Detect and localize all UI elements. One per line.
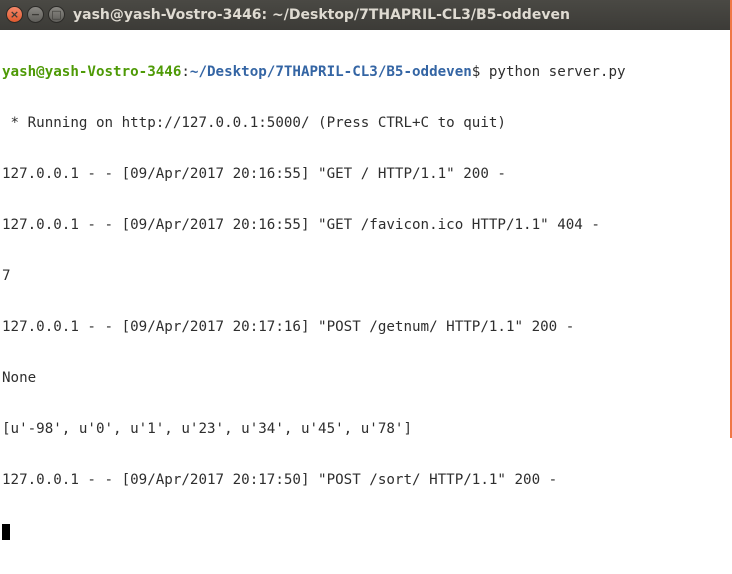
text-cursor xyxy=(2,524,10,540)
output-line: 127.0.0.1 - - [09/Apr/2017 20:16:55] "GE… xyxy=(2,217,600,233)
terminal-output[interactable]: yash@yash-Vostro-3446:~/Desktop/7THAPRIL… xyxy=(2,30,728,540)
output-line: 7 xyxy=(2,268,11,284)
output-line: 127.0.0.1 - - [09/Apr/2017 20:17:50] "PO… xyxy=(2,472,558,488)
window-title: yash@yash-Vostro-3446: ~/Desktop/7THAPRI… xyxy=(73,7,570,23)
minimize-button[interactable]: − xyxy=(27,6,44,23)
output-line: * Running on http://127.0.0.1:5000/ (Pre… xyxy=(2,115,506,131)
minimize-icon: − xyxy=(30,8,41,21)
output-line: 127.0.0.1 - - [09/Apr/2017 20:16:55] "GE… xyxy=(2,166,506,182)
output-line: 127.0.0.1 - - [09/Apr/2017 20:17:16] "PO… xyxy=(2,319,575,335)
maximize-button[interactable]: □ xyxy=(48,6,65,23)
prompt-user: yash@yash-Vostro-3446 xyxy=(2,64,182,80)
terminal-window: × − □ yash@yash-Vostro-3446: ~/Desktop/7… xyxy=(0,0,732,540)
prompt-symbol: $ xyxy=(471,64,489,80)
output-line: [u'-98', u'0', u'1', u'23', u'34', u'45'… xyxy=(2,421,412,437)
title-bar[interactable]: × − □ yash@yash-Vostro-3446: ~/Desktop/7… xyxy=(0,0,730,30)
prompt-path: ~/Desktop/7THAPRIL-CL3/B5-oddeven xyxy=(189,64,472,80)
output-line: None xyxy=(2,370,37,386)
prompt-colon: : xyxy=(181,64,190,80)
prompt-line: yash@yash-Vostro-3446:~/Desktop/7THAPRIL… xyxy=(2,64,728,81)
maximize-icon: □ xyxy=(51,8,62,21)
cursor-line xyxy=(2,523,728,540)
close-icon: × xyxy=(9,8,20,21)
close-button[interactable]: × xyxy=(6,6,23,23)
command-text: python server.py xyxy=(488,64,626,80)
